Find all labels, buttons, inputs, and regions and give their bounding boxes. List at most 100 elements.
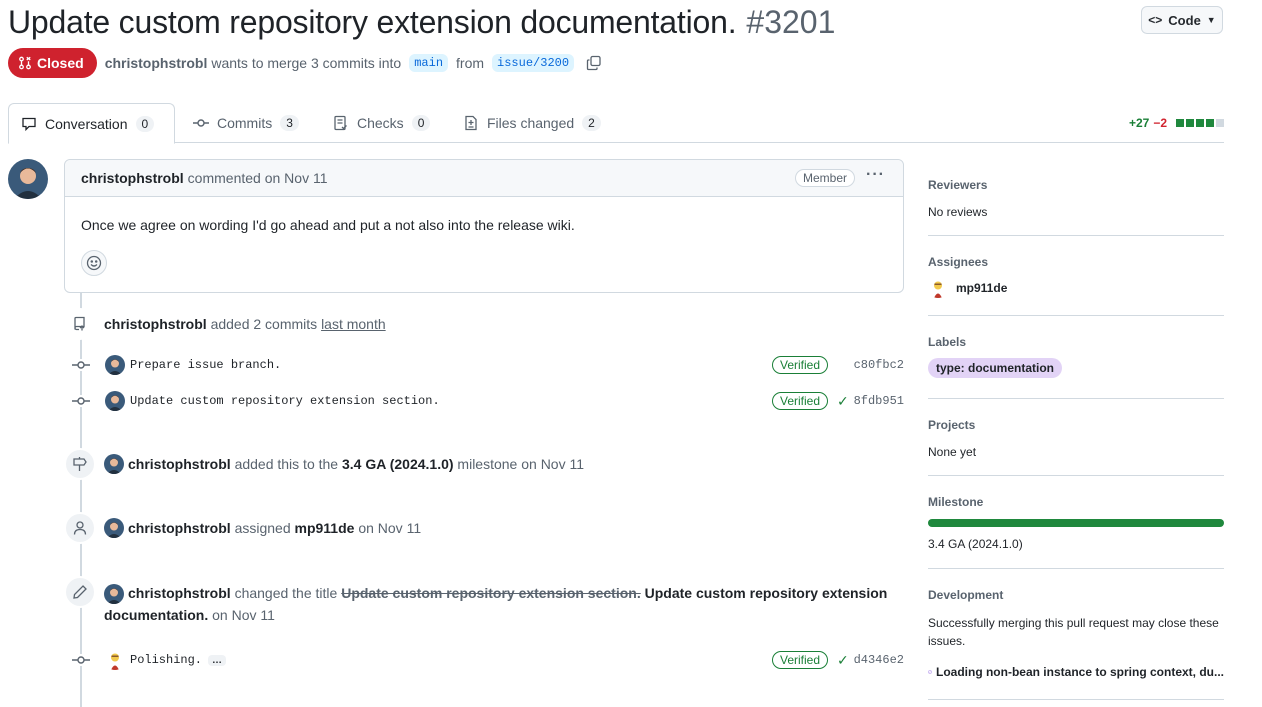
event-author[interactable]: christophstrobl — [128, 456, 231, 472]
check-icon[interactable]: ✓ — [837, 393, 849, 410]
chevron-down-icon: ▼ — [1206, 15, 1216, 25]
tab-label: Checks — [357, 115, 404, 131]
tab-commits[interactable]: Commits 3 — [181, 103, 311, 143]
verified-badge[interactable]: Verified — [772, 651, 829, 669]
avatar[interactable] — [104, 584, 124, 605]
sidebar-heading[interactable]: Projects — [928, 418, 1224, 432]
verified-badge[interactable]: Verified — [772, 356, 829, 374]
author-link[interactable]: christophstrobl — [105, 55, 208, 71]
sidebar-development: Development Successfully merging this pu… — [928, 569, 1224, 700]
sidebar-heading[interactable]: Reviewers — [928, 178, 1224, 192]
base-branch[interactable]: main — [409, 54, 449, 72]
assign-event: christophstrobl assigned mp911de on Nov … — [104, 518, 421, 538]
diffstat-bar — [1175, 119, 1224, 127]
pr-number: #3201 — [746, 3, 836, 40]
pr-tabs: Conversation 0 Commits 3 Checks 0 Files … — [8, 103, 1224, 144]
event-text: added this to the — [234, 456, 339, 472]
tab-label: Commits — [217, 115, 273, 131]
event-time[interactable]: last month — [321, 316, 386, 332]
avatar[interactable] — [8, 159, 48, 199]
commit-row: Update custom repository extension secti… — [64, 389, 904, 413]
git-commit-icon — [72, 395, 90, 407]
milestone-link[interactable]: 3.4 GA (2024.1.0) — [342, 456, 454, 472]
smiley-icon — [86, 255, 102, 271]
pr-meta: Closed christophstrobl wants to merge 3 … — [8, 48, 602, 78]
assignee-link[interactable]: mp911de — [295, 520, 355, 536]
tab-label: Files changed — [487, 115, 575, 131]
old-title: Update custom repository extension secti… — [341, 585, 641, 601]
avatar[interactable] — [104, 518, 124, 538]
comment-box: christophstrobl commented on Nov 11 Memb… — [64, 159, 904, 293]
commit-message[interactable]: Polishing. — [130, 653, 202, 667]
status-badge: Closed — [8, 48, 97, 78]
pr-title: Update custom repository extension docum… — [8, 3, 737, 40]
kebab-horizontal-icon[interactable]: ··· — [866, 166, 885, 184]
meta-text-wants: wants to merge 3 commits into — [211, 55, 402, 71]
code-button-label: Code — [1168, 12, 1201, 28]
tab-conversation[interactable]: Conversation 0 — [8, 103, 175, 144]
comment-body: Once we agree on wording I'd go ahead an… — [81, 217, 575, 233]
sidebar-heading[interactable]: Milestone — [928, 495, 1224, 509]
sidebar-labels: Labels type: documentation — [928, 316, 1224, 399]
tab-checks[interactable]: Checks 0 — [321, 103, 442, 143]
commit-row: Prepare issue branch. Verified c80fbc2 — [64, 353, 904, 377]
sidebar-assignees: Assignees mp911de — [928, 236, 1224, 316]
git-commit-icon — [72, 359, 90, 371]
development-text: Successfully merging this pull request m… — [928, 616, 1219, 648]
sidebar-milestone: Milestone 3.4 GA (2024.1.0) — [928, 476, 1224, 569]
comment-action[interactable]: commented on Nov 11 — [188, 170, 328, 186]
verified-badge[interactable]: Verified — [772, 392, 829, 410]
copy-icon[interactable] — [586, 55, 602, 71]
commit-message[interactable]: Update custom repository extension secti… — [130, 394, 440, 408]
assignee[interactable]: mp911de — [928, 278, 1224, 298]
head-branch[interactable]: issue/3200 — [492, 54, 575, 72]
tab-count: 3 — [280, 115, 299, 131]
event-text: on Nov 11 — [212, 607, 275, 624]
sidebar-value: No reviews — [928, 205, 988, 219]
milestone-name[interactable]: 3.4 GA (2024.1.0) — [928, 537, 1224, 551]
pr-title-row: Update custom repository extension docum… — [8, 2, 835, 42]
avatar[interactable] — [105, 391, 125, 411]
event-author[interactable]: christophstrobl — [104, 316, 207, 332]
event-author[interactable]: christophstrobl — [128, 585, 231, 601]
comment-author[interactable]: christophstrobl — [81, 170, 184, 186]
linked-issue-title: Loading non-bean instance to spring cont… — [935, 665, 1224, 679]
add-reaction-button[interactable] — [81, 250, 107, 276]
check-icon[interactable]: ✓ — [837, 652, 849, 669]
status-label: Closed — [37, 55, 84, 71]
tab-files-changed[interactable]: Files changed 2 — [451, 103, 613, 143]
meta-text-from: from — [456, 55, 485, 71]
commit-sha[interactable]: c80fbc2 — [854, 358, 904, 372]
event-author[interactable]: christophstrobl — [128, 520, 231, 536]
avatar[interactable] — [104, 454, 124, 474]
label-pill[interactable]: type: documentation — [928, 358, 1063, 378]
commit-sha[interactable]: 8fdb951 — [854, 394, 904, 408]
avatar[interactable] — [105, 650, 125, 670]
sidebar-heading[interactable]: Assignees — [928, 255, 1224, 269]
diffstat: +27 −2 — [1129, 116, 1224, 130]
sidebar-heading[interactable]: Development — [928, 588, 1224, 602]
comment-header: christophstrobl commented on Nov 11 — [65, 160, 903, 197]
sidebar-value: None yet — [928, 445, 977, 459]
code-button[interactable]: <> Code ▼ — [1141, 6, 1223, 34]
issue-closed-icon — [928, 670, 932, 674]
milestone-event: christophstrobl added this to the 3.4 GA… — [104, 454, 584, 474]
role-badge: Member — [794, 169, 855, 187]
avatar — [928, 278, 948, 298]
commit-sha[interactable]: d4346e2 — [854, 653, 904, 667]
repo-push-icon — [64, 308, 96, 340]
sidebar-heading[interactable]: Labels — [928, 335, 1224, 349]
avatar[interactable] — [105, 355, 125, 375]
expand-commit-button[interactable]: … — [208, 654, 226, 666]
tab-count: 2 — [582, 115, 601, 131]
checklist-icon — [334, 115, 347, 131]
tab-label: Conversation — [45, 115, 128, 132]
diffstat-additions: +27 — [1128, 116, 1150, 130]
assignee-name: mp911de — [956, 281, 1008, 295]
event-text: on Nov 11 — [358, 520, 422, 536]
milestone-icon — [64, 448, 96, 480]
sidebar-reviewers: Reviewers No reviews — [928, 160, 1224, 236]
commit-message[interactable]: Prepare issue branch. — [130, 358, 281, 372]
linked-issue[interactable]: Loading non-bean instance to spring cont… — [928, 664, 1224, 680]
event-text: milestone on Nov 11 — [457, 456, 585, 472]
